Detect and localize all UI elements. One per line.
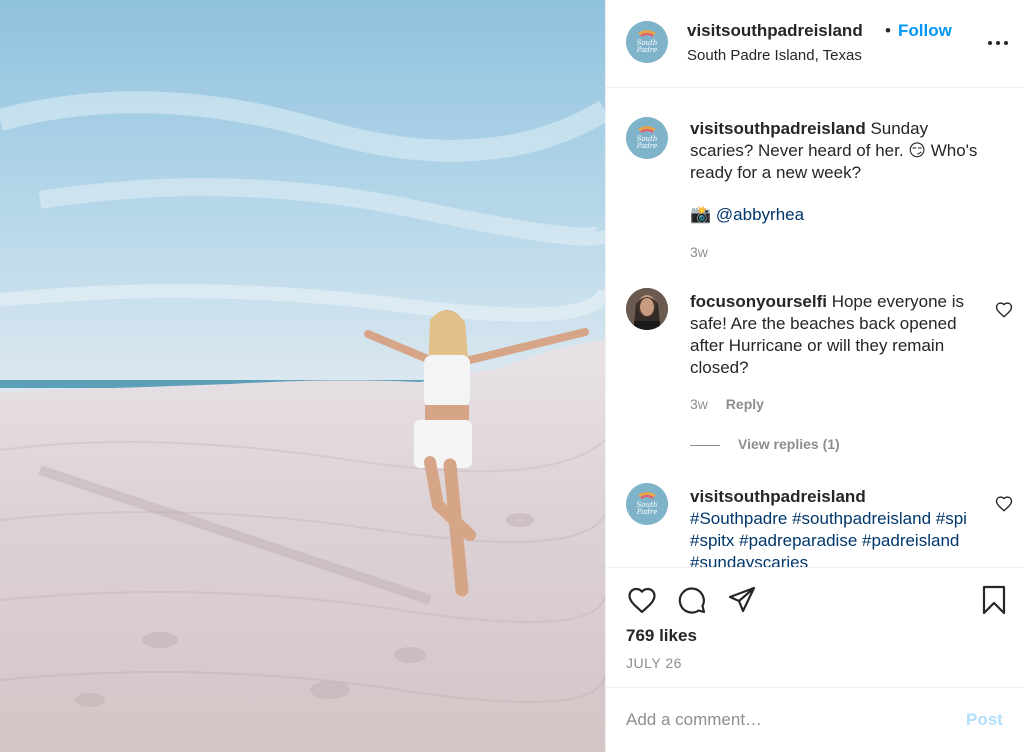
separator-dot: • [885,21,891,40]
user-avatar[interactable] [626,288,668,330]
hashtag-comment-username[interactable]: visitsouthpadreisland [690,486,988,508]
comment-username[interactable]: focusonyourselfi [690,292,827,311]
more-options-icon[interactable] [986,33,1010,53]
south-padre-logo-icon[interactable]: South Padre [626,21,668,63]
replies-divider-line [690,444,720,446]
hashtag-links[interactable]: #Southpadre #southpadreisland #spi #spit… [690,508,988,567]
likes-count[interactable]: 769 likes [626,626,697,646]
photo-credit: 📸 @abbyrhea [690,204,988,226]
follow-button[interactable]: Follow [898,21,952,41]
user-comment: focusonyourselfi Hope everyone is safe! … [690,291,988,379]
post-details-panel: South Padre visitsouthpadreisland • Foll… [605,0,1024,752]
caption-username[interactable]: visitsouthpadreisland [690,119,866,138]
location-link[interactable]: South Padre Island, Texas [687,47,862,64]
comments-list[interactable]: South Padre visitsouthpadreisland Sunday… [606,89,1024,567]
south-padre-logo-icon[interactable]: South Padre [626,117,668,159]
add-comment-bar: Post [606,687,1024,752]
post-photo[interactable] [0,0,605,752]
comment-input[interactable] [626,708,946,732]
svg-text:Padre: Padre [636,508,658,516]
camera-icon: 📸 [690,205,712,224]
hashtag-comment: visitsouthpadreisland #Southpadre #south… [690,486,988,567]
bookmark-icon[interactable] [978,584,1010,616]
credit-tag-link[interactable]: @abbyrhea [716,205,804,224]
header-username[interactable]: visitsouthpadreisland [687,21,863,41]
caption-timestamp[interactable]: 3w [690,244,708,260]
caption-comment: visitsouthpadreisland Sunday scaries? Ne… [690,118,988,184]
share-icon[interactable] [726,584,758,616]
south-padre-logo-icon[interactable]: South Padre [626,483,668,525]
svg-text:Padre: Padre [636,142,658,150]
like-comment-heart-icon[interactable] [995,301,1013,319]
comment-timestamp[interactable]: 3w [690,396,708,412]
post-actions: 769 likes JULY 26 [606,567,1024,687]
reply-button[interactable]: Reply [726,396,764,412]
comment-icon[interactable] [676,584,708,616]
heart-icon[interactable] [626,584,658,616]
comment-meta: 3w Reply [690,396,764,412]
svg-text:Padre: Padre [636,46,658,54]
post-header: South Padre visitsouthpadreisland • Foll… [606,0,1024,88]
like-comment-heart-icon[interactable] [995,495,1013,513]
post-comment-button[interactable]: Post [966,710,1003,730]
beach-photo-image [0,0,605,752]
post-date[interactable]: JULY 26 [626,655,682,671]
view-replies-label: View replies (1) [738,436,840,452]
view-replies-button[interactable]: View replies (1) [690,436,840,452]
